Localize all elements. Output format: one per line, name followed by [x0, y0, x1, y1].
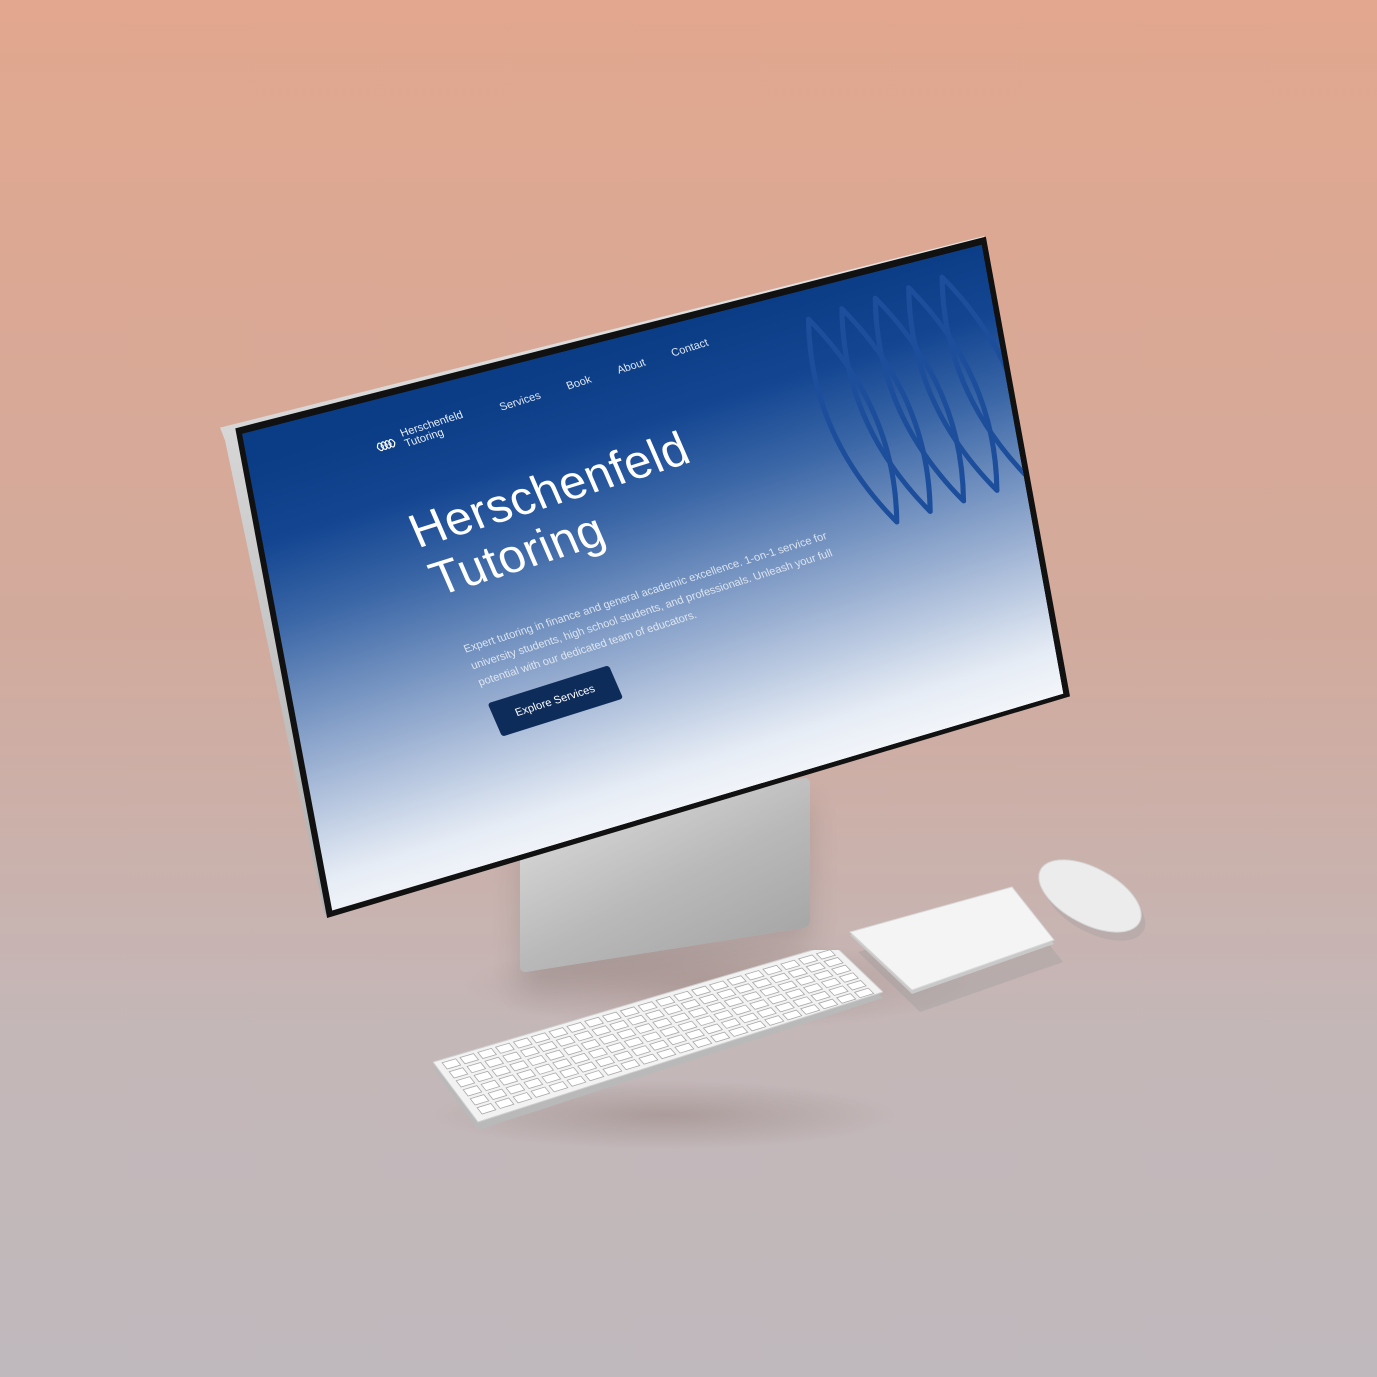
- device-mockup-scene: Herschenfeld Tutoring Services Book Abou…: [0, 0, 1377, 1377]
- trackpad: [849, 886, 1063, 1012]
- trackpad-and-mouse: [849, 859, 1146, 1012]
